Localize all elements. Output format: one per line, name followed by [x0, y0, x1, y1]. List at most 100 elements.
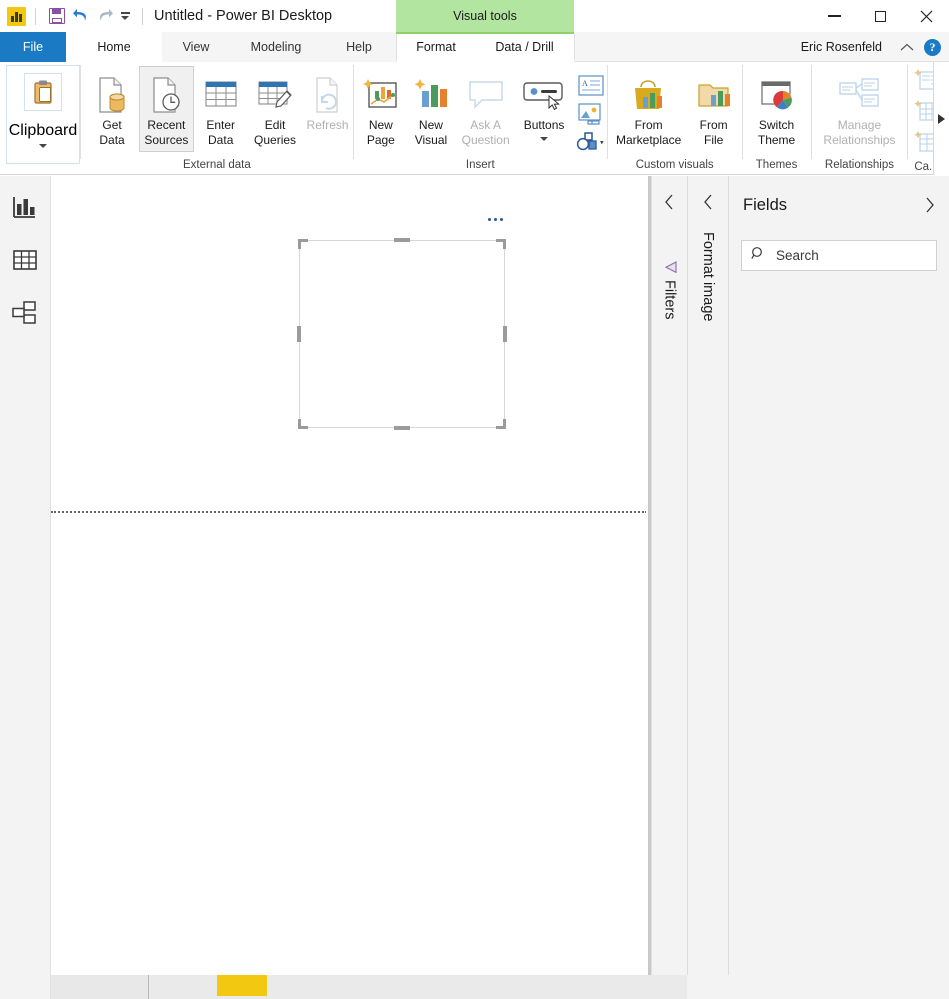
- ribbon-group-themes: Switch Theme Themes: [743, 62, 811, 175]
- clipboard-button[interactable]: Clipboard: [6, 65, 80, 164]
- refresh-label: Refresh: [306, 118, 349, 132]
- ask-a-question-button[interactable]: Ask A Question: [456, 66, 515, 152]
- ribbon-group-relationships: Manage Relationships Relationships: [811, 62, 907, 175]
- new-visual-icon: [412, 73, 450, 117]
- clipboard-label: Clipboard: [8, 122, 78, 139]
- ribbon-overflow-button[interactable]: [933, 62, 949, 175]
- document-title: Untitled - Power BI Desktop: [154, 8, 333, 24]
- buttons-caret-icon[interactable]: [540, 133, 549, 145]
- ribbon-group-label-insert: Insert: [465, 159, 495, 171]
- report-chart-icon: [13, 197, 35, 218]
- switch-theme-icon: [758, 73, 796, 117]
- format-pane-title: Format image: [700, 232, 716, 322]
- recent-sources-button[interactable]: Recent Sources: [139, 66, 194, 152]
- undo-icon[interactable]: [69, 4, 93, 28]
- sidebar-item-data-view[interactable]: [5, 242, 45, 278]
- image-icon[interactable]: [575, 101, 607, 126]
- text-box-icon[interactable]: A: [575, 73, 607, 98]
- format-pane-collapsed[interactable]: Format image: [687, 176, 728, 975]
- tab-modeling[interactable]: Modeling: [230, 32, 322, 62]
- ask-question-icon: [466, 73, 506, 117]
- get-data-label: Get Data: [99, 118, 125, 147]
- resize-handle-top-right[interactable]: [496, 239, 506, 249]
- minimize-button[interactable]: [811, 0, 857, 32]
- manage-relationships-icon: [837, 73, 881, 117]
- fields-expand-chevron-right-icon[interactable]: [919, 195, 939, 215]
- clipboard-caret-icon[interactable]: [39, 140, 47, 152]
- shapes-icon[interactable]: [575, 129, 607, 154]
- scrollbar-track-left[interactable]: [51, 975, 148, 999]
- new-visual-button[interactable]: New Visual: [406, 66, 456, 152]
- collapse-ribbon-icon[interactable]: [896, 36, 918, 58]
- help-question-icon[interactable]: ?: [924, 38, 941, 56]
- more-options-ellipsis[interactable]: [488, 218, 503, 221]
- tab-data-drill[interactable]: Data / Drill: [475, 32, 574, 62]
- sidebar-item-model-view[interactable]: [5, 295, 45, 331]
- power-bi-logo: [7, 6, 26, 26]
- clipboard-icon: [24, 73, 62, 111]
- resize-handle-bottom-middle[interactable]: [394, 426, 410, 430]
- switch-theme-button[interactable]: Switch Theme: [743, 66, 811, 152]
- search-icon: [751, 246, 766, 266]
- from-marketplace-button[interactable]: From Marketplace: [612, 66, 686, 152]
- fields-list[interactable]: [729, 283, 949, 975]
- ribbon-group-clipboard: Clipboard: [0, 62, 80, 175]
- contextual-group-accent: [396, 32, 574, 34]
- tab-home[interactable]: Home: [66, 32, 162, 62]
- enter-data-button[interactable]: Enter Data: [194, 66, 248, 152]
- window-controls: [811, 0, 949, 32]
- enter-data-label: Enter Data: [206, 118, 236, 147]
- ribbon-group-label-custom-visuals: Custom visuals: [635, 159, 714, 171]
- tab-file[interactable]: File: [0, 32, 66, 62]
- scrollbar-divider: [148, 975, 149, 999]
- resize-handle-top-middle[interactable]: [394, 238, 410, 242]
- qat-divider-2: [142, 7, 143, 25]
- refresh-icon: [312, 73, 344, 117]
- refresh-button[interactable]: Refresh: [302, 66, 353, 152]
- format-collapse-chevron-left-icon[interactable]: [698, 192, 718, 212]
- redo-icon[interactable]: [93, 4, 117, 28]
- filters-pane-title: Filters: [661, 280, 678, 320]
- from-marketplace-label: From Marketplace: [615, 118, 682, 147]
- report-canvas[interactable]: [51, 176, 687, 975]
- filters-pane-collapsed[interactable]: Filters: [651, 176, 687, 975]
- edit-queries-icon: [256, 73, 294, 117]
- buttons-button[interactable]: Buttons: [515, 66, 572, 152]
- save-icon[interactable]: [45, 4, 69, 28]
- resize-handle-bottom-left[interactable]: [298, 419, 308, 429]
- edit-queries-label: Edit Queries: [254, 118, 297, 147]
- title-bar: Untitled - Power BI Desktop Visual tools: [0, 0, 949, 32]
- quick-access-toolbar: Untitled - Power BI Desktop: [0, 4, 332, 28]
- page-tab-indicator[interactable]: [217, 975, 267, 996]
- new-visual-label: New Visual: [414, 118, 448, 147]
- image-visual[interactable]: [297, 218, 507, 430]
- new-page-button[interactable]: New Page: [356, 66, 406, 152]
- account-user-name[interactable]: Eric Rosenfeld: [801, 40, 882, 54]
- close-button[interactable]: [903, 0, 949, 32]
- horizontal-scrollbar[interactable]: [51, 975, 687, 999]
- contextual-group-separator-left: [396, 34, 397, 60]
- customize-quick-access-caret[interactable]: [117, 5, 133, 27]
- resize-handle-bottom-right[interactable]: [496, 419, 506, 429]
- tab-view[interactable]: View: [162, 32, 230, 62]
- manage-relationships-button[interactable]: Manage Relationships: [811, 66, 907, 152]
- search-input[interactable]: Search: [741, 240, 937, 271]
- filters-collapse-chevron-left-icon[interactable]: [660, 192, 680, 212]
- ribbon-group-label-clipboard: [0, 164, 80, 175]
- bottom-bar-filler: [687, 975, 949, 999]
- filter-funnel-icon: [662, 260, 678, 274]
- from-file-button[interactable]: From File: [686, 66, 742, 152]
- maximize-button[interactable]: [857, 0, 903, 32]
- get-data-button[interactable]: Get Data: [85, 66, 139, 152]
- resize-handle-top-left[interactable]: [298, 239, 308, 249]
- tab-format[interactable]: Format: [397, 32, 475, 62]
- tab-help[interactable]: Help: [322, 32, 396, 62]
- recent-sources-icon: [149, 73, 183, 117]
- contextual-tab-group-label: Visual tools: [453, 9, 517, 23]
- image-visual-frame: [299, 240, 505, 428]
- resize-handle-middle-left[interactable]: [297, 326, 301, 342]
- edit-queries-button[interactable]: Edit Queries: [248, 66, 302, 152]
- insert-mini-buttons: A: [575, 66, 607, 154]
- resize-handle-middle-right[interactable]: [503, 326, 507, 342]
- sidebar-item-report-view[interactable]: [5, 189, 45, 225]
